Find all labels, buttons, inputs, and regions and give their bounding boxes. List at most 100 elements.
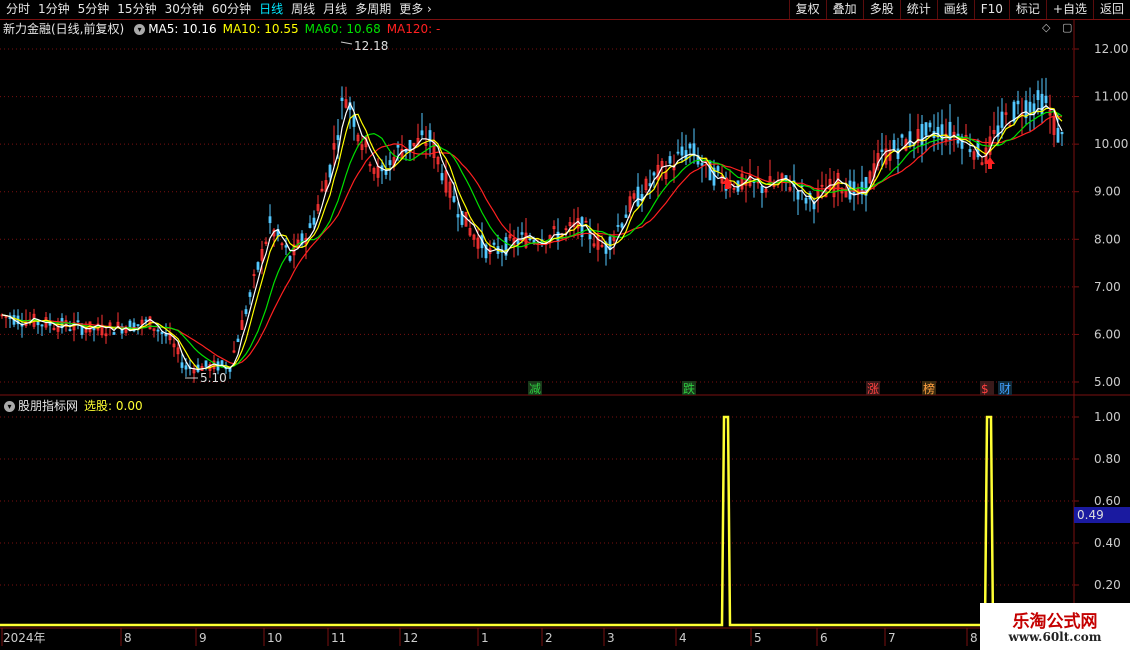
main-y-tick-label: 6.00 — [1094, 327, 1121, 341]
event-badge: 榜 — [923, 381, 935, 396]
candle-body — [700, 163, 704, 166]
candle-body — [312, 217, 316, 225]
candle-body — [520, 232, 524, 235]
sub-y-tick-label: 0.60 — [1094, 494, 1121, 508]
sub-y-tick-label: 1.00 — [1094, 410, 1121, 424]
candle-body — [36, 321, 40, 326]
x-axis-label: 6 — [820, 631, 828, 645]
candle-body — [352, 114, 356, 127]
event-badge: 财 — [999, 382, 1011, 396]
candle-body — [900, 134, 904, 138]
high-marker — [340, 41, 353, 45]
candle-body — [624, 214, 628, 218]
candle-body — [532, 239, 536, 243]
candle-body — [1056, 127, 1060, 143]
candle-body — [1024, 100, 1028, 119]
watermark-title: 乐淘公式网 — [1012, 612, 1098, 632]
candle-body — [492, 242, 496, 245]
event-badge: $ — [981, 382, 989, 396]
x-axis-label: 5 — [754, 631, 762, 645]
candle-body — [204, 360, 208, 367]
candle-body — [288, 255, 292, 261]
high-price-label: 12.18 — [354, 39, 388, 53]
candle-body — [336, 135, 340, 140]
candle-body — [68, 329, 72, 331]
candle-body — [236, 338, 240, 343]
main-y-tick-label: 5.00 — [1094, 375, 1121, 389]
candle-body — [1060, 131, 1064, 135]
x-axis-label: 8 — [970, 631, 978, 645]
candle-body — [1000, 111, 1004, 128]
candle-body — [396, 144, 400, 148]
main-y-tick-label: 7.00 — [1094, 280, 1121, 294]
event-badge: 涨 — [867, 381, 879, 396]
candle-body — [308, 223, 312, 228]
main-y-tick-label: 8.00 — [1094, 232, 1121, 246]
candle-body — [804, 197, 808, 204]
candle-body — [556, 231, 560, 242]
x-axis-label: 10 — [267, 631, 282, 645]
candle-body — [268, 216, 272, 224]
candle-body — [456, 214, 460, 218]
x-axis-label: 1 — [481, 631, 489, 645]
candle-body — [220, 360, 224, 366]
candle-body — [244, 309, 248, 314]
candle-body — [616, 225, 620, 227]
candle-body — [452, 196, 456, 202]
candle-body — [388, 160, 392, 166]
candle-body — [248, 292, 252, 297]
candle-body — [408, 139, 412, 151]
candle-body — [184, 365, 188, 370]
sub-y-tick-label: 0.20 — [1094, 578, 1121, 592]
x-axis-label: 9 — [199, 631, 207, 645]
candle-body — [112, 332, 116, 335]
candle-body — [880, 149, 884, 153]
candle-body — [256, 262, 260, 270]
candle-body — [528, 238, 532, 241]
sub-y-tick-label: 0.40 — [1094, 536, 1121, 550]
candle-body — [716, 166, 720, 172]
candle-body — [340, 97, 344, 102]
candle-body — [328, 164, 332, 178]
x-axis-label: 2 — [545, 631, 553, 645]
candle-body — [180, 362, 184, 368]
candle-body — [760, 185, 764, 194]
candle-body — [892, 139, 896, 151]
signal-line — [0, 415, 1074, 627]
candle-body — [440, 173, 444, 181]
candle-body — [420, 130, 424, 136]
watermark: 乐淘公式网 www.60lt.com — [980, 603, 1130, 650]
sub-y-tick-label: 0.80 — [1094, 452, 1121, 466]
candle-body — [1028, 101, 1032, 113]
candle-body — [80, 326, 84, 335]
candle-body — [1044, 95, 1048, 104]
candle-body — [968, 149, 972, 153]
candle-body — [796, 190, 800, 200]
candle-body — [920, 123, 924, 146]
main-y-tick-label: 9.00 — [1094, 185, 1121, 199]
x-axis-label: 7 — [888, 631, 896, 645]
x-axis-label: 2024年 — [3, 631, 46, 645]
candle-body — [924, 122, 928, 136]
candle-body — [668, 156, 672, 164]
x-axis-label: 4 — [679, 631, 687, 645]
main-y-tick-label: 10.00 — [1094, 137, 1128, 151]
main-y-tick-label: 11.00 — [1094, 90, 1128, 104]
candle-body — [76, 320, 80, 323]
x-axis-label: 11 — [331, 631, 346, 645]
candle-body — [1012, 101, 1016, 122]
x-axis-label: 3 — [607, 631, 615, 645]
candle-body — [928, 122, 932, 128]
candle-body — [1036, 90, 1040, 101]
candle-body — [908, 131, 912, 146]
candle-body — [620, 223, 624, 228]
candle-body — [156, 329, 160, 332]
main-y-tick-label: 12.00 — [1094, 42, 1128, 56]
kline-chart[interactable]: 12.00 11.00 10.00 9.00 8.00 7.00 6.00 5.00 1.00 0… — [0, 0, 1130, 650]
candle-body — [652, 172, 656, 176]
candle-body — [284, 245, 288, 248]
candle-body — [136, 324, 140, 326]
candle-body — [160, 331, 164, 335]
candle-body — [1016, 100, 1020, 105]
x-axis-label: 12 — [403, 631, 418, 645]
